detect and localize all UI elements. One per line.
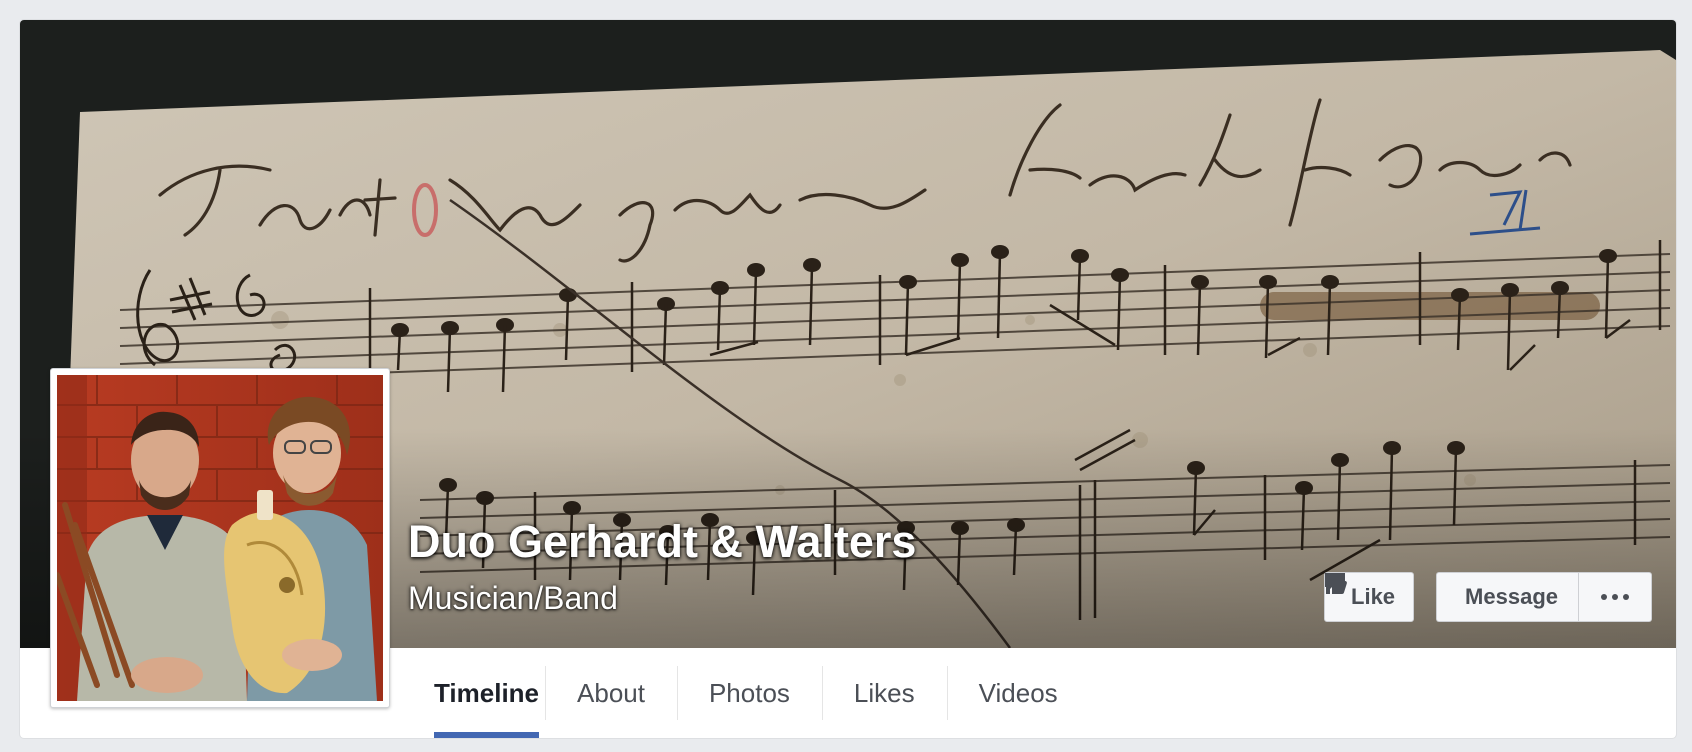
page-name[interactable]: Duo Gerhardt & Walters [408,516,916,568]
tab-videos[interactable]: Videos [946,648,1090,738]
page-nav-tabs: Timeline About Photos Likes Videos [414,648,1090,738]
like-button-label: Like [1351,584,1396,609]
message-button-group: Message [1325,572,1652,622]
page-category[interactable]: Musician/Band [408,580,618,617]
message-button[interactable]: Message [1325,572,1578,622]
tab-timeline[interactable]: Timeline [414,648,545,738]
tab-likes[interactable]: Likes [821,648,947,738]
more-options-button[interactable] [1578,572,1652,622]
tab-about[interactable]: About [545,648,677,738]
message-button-label: Message [1465,584,1558,609]
tab-photos[interactable]: Photos [676,648,822,738]
profile-picture[interactable] [50,368,390,708]
more-dots-icon [1601,594,1629,600]
cover-actions: Like Message [1324,572,1652,622]
